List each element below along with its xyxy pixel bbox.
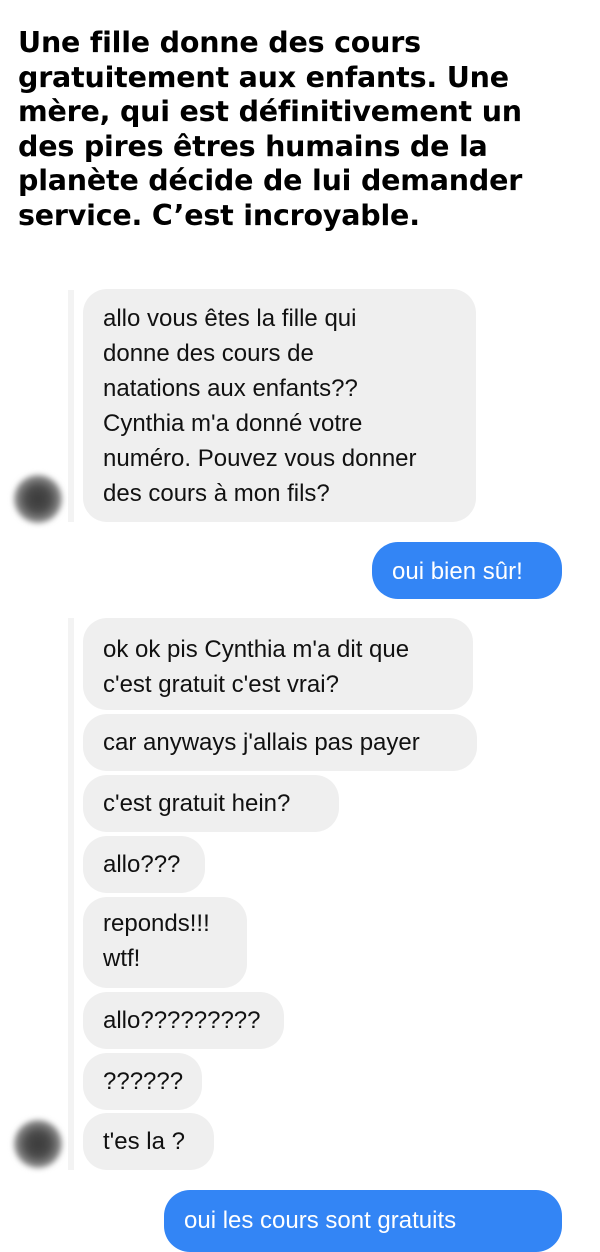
thread-rail	[68, 618, 74, 1170]
incoming-message-bubble[interactable]: ??????	[83, 1053, 202, 1110]
message-text: c'est gratuit c'est vrai?	[103, 671, 339, 698]
contact-avatar-icon[interactable]	[14, 475, 62, 523]
message-text: car anyways j'allais pas payer	[103, 729, 420, 756]
outgoing-message-bubble[interactable]: oui bien sûr!	[372, 542, 562, 599]
message-text: Cynthia m'a donné votre	[103, 410, 363, 437]
message-text: donne des cours de	[103, 340, 314, 367]
message-text: allo vous êtes la fille qui	[103, 305, 357, 332]
incoming-message-bubble[interactable]: allo vous êtes la fille qui donne des co…	[83, 289, 476, 522]
message-text: natations aux enfants??	[103, 375, 358, 402]
message-thread: allo vous êtes la fille qui donne des co…	[0, 0, 600, 1252]
message-text: oui les cours sont gratuits	[184, 1207, 457, 1234]
message-text: c'est gratuit hein?	[103, 790, 291, 817]
incoming-message-bubble[interactable]: allo?????????	[83, 992, 284, 1049]
message-text: ??????	[103, 1068, 184, 1095]
incoming-message-bubble[interactable]: ok ok pis Cynthia m'a dit que c'est grat…	[83, 618, 473, 710]
message-text: ok ok pis Cynthia m'a dit que	[103, 636, 410, 663]
message-text: wtf!	[103, 945, 141, 972]
contact-avatar-icon[interactable]	[14, 1120, 62, 1168]
outgoing-message-bubble[interactable]: oui les cours sont gratuits	[164, 1190, 562, 1252]
message-text: allo???	[103, 851, 181, 878]
thread-rail	[68, 290, 74, 522]
incoming-message-bubble[interactable]: t'es la ?	[83, 1113, 214, 1170]
incoming-message-bubble[interactable]: reponds!!! wtf!	[83, 897, 247, 988]
message-text: oui bien sûr!	[392, 558, 523, 585]
message-text: reponds!!!	[103, 910, 210, 937]
message-text: numéro. Pouvez vous donner	[103, 445, 417, 472]
message-text: allo?????????	[103, 1007, 261, 1034]
incoming-message-bubble[interactable]: allo???	[83, 836, 205, 893]
incoming-message-bubble[interactable]: c'est gratuit hein?	[83, 775, 339, 832]
incoming-message-bubble[interactable]: car anyways j'allais pas payer	[83, 714, 477, 771]
message-text: t'es la ?	[103, 1128, 185, 1155]
message-text: des cours à mon fils?	[103, 480, 330, 507]
